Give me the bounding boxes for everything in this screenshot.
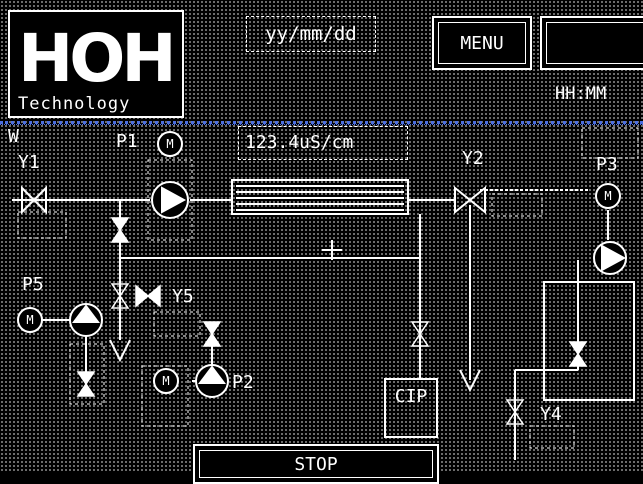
motor-p1-m-icon: M [166, 137, 173, 151]
y2-status-field [491, 193, 543, 217]
stop-button[interactable]: STOP [193, 444, 439, 484]
motor-p2-m-icon: M [162, 374, 169, 388]
motor-p5-m-icon: M [26, 313, 33, 327]
valve-p2-icon [202, 321, 222, 347]
cip-box[interactable]: CIP [384, 378, 438, 438]
label-p5: P5 [22, 274, 44, 295]
motor-p3-m-icon: M [604, 189, 611, 203]
label-y5: Y5 [172, 286, 194, 307]
product-tank [543, 281, 635, 401]
valve-y5-b-icon [135, 284, 161, 308]
label-p3: P3 [596, 154, 618, 175]
label-cip: CIP [394, 386, 428, 407]
label-y2: Y2 [462, 148, 484, 169]
conductivity-readout: 123.4uS/cm [238, 126, 408, 160]
y5-status-field [153, 311, 201, 337]
stop-button-label: STOP [199, 450, 433, 478]
valve-bypass-icon [110, 217, 130, 243]
y4-status-field [529, 425, 575, 449]
label-p1: P1 [116, 131, 138, 152]
label-y1: Y1 [18, 152, 40, 173]
membrane-module [231, 179, 409, 215]
label-y4: Y4 [540, 404, 562, 425]
y1-status-field [17, 211, 67, 239]
label-p2: P2 [232, 372, 254, 393]
valve-tank-icon [568, 341, 588, 367]
valve-p5-icon [76, 371, 96, 397]
process-diagram: M M M M [12, 127, 639, 460]
y5-drain-arrow [109, 339, 131, 363]
label-w: W [8, 126, 19, 147]
